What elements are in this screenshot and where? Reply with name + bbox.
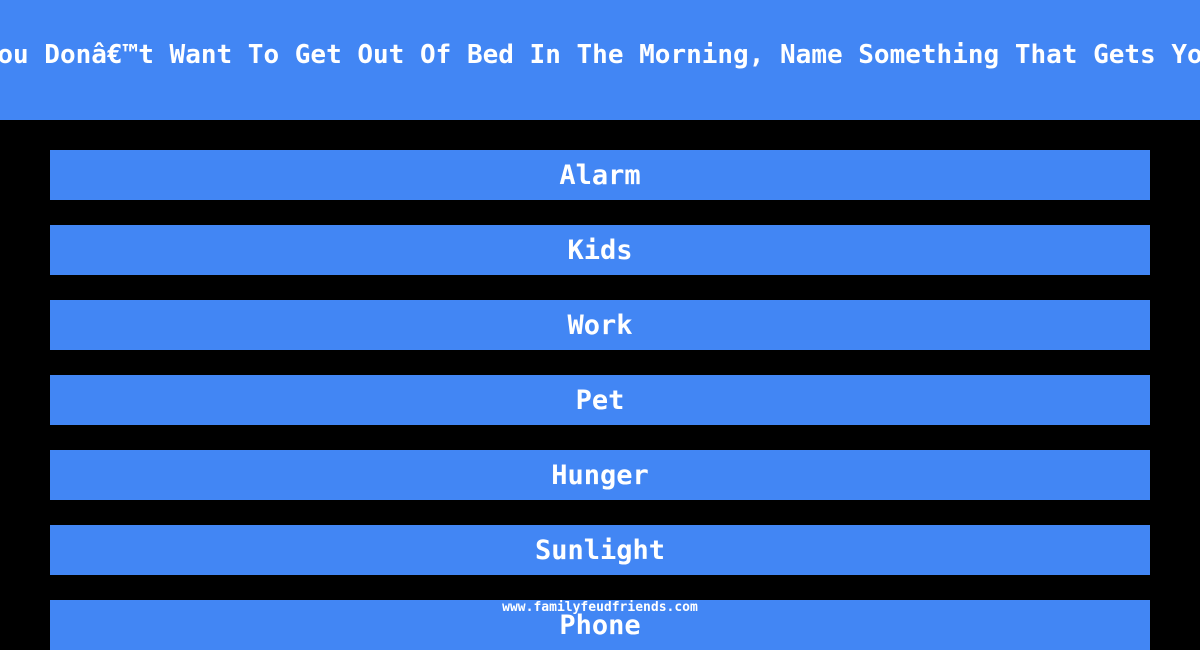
answer-bar: Alarm [50,150,1150,200]
watermark: www.familyfeudfriends.com [502,600,698,615]
answer-bar: Kids [50,225,1150,275]
question-header: If You Donâ€™t Want To Get Out Of Bed In… [0,0,1200,120]
answer-label: Kids [567,234,633,266]
answer-label: Hunger [551,459,649,491]
answer-bar: Pet [50,375,1150,425]
answer-label: Work [567,309,633,341]
answer-label: Alarm [559,159,641,191]
answer-label: Pet [575,384,625,416]
question-text: If You Donâ€™t Want To Get Out Of Bed In… [0,40,1200,70]
answer-bar: Hunger [50,450,1150,500]
answer-label: Sunlight [534,534,666,566]
answer-bar: Work [50,300,1150,350]
answer-bar: Sunlight [50,525,1150,575]
